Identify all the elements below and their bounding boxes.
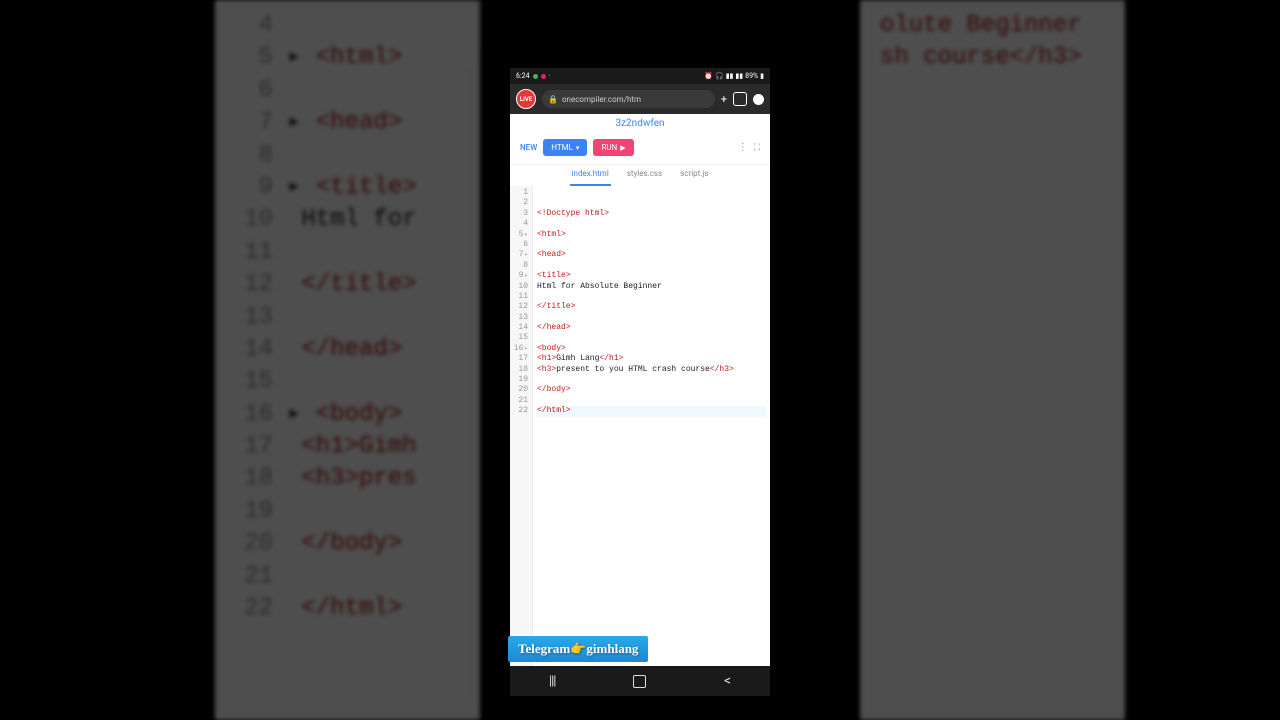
status-indicator-icon bbox=[541, 74, 546, 79]
battery-icon: ▮ bbox=[760, 72, 764, 80]
alarm-icon: ⏰ bbox=[704, 72, 713, 80]
play-icon: ▶ bbox=[620, 144, 625, 152]
language-dropdown[interactable]: HTML ▾ bbox=[543, 139, 587, 156]
editor-toolbar: NEW HTML ▾ RUN ▶ ⋮ ⛶ bbox=[510, 131, 770, 165]
code-line[interactable]: </body> bbox=[537, 385, 766, 395]
nav-home-button[interactable] bbox=[633, 675, 646, 688]
line-gutter: 12345678910111213141516171819202122 bbox=[510, 186, 533, 666]
status-more-icon: · bbox=[549, 72, 551, 80]
signal-icon: ▮▮ bbox=[726, 72, 734, 80]
code-line[interactable] bbox=[537, 313, 766, 323]
code-line[interactable]: Html for Absolute Beginner bbox=[537, 282, 766, 292]
menu-icon[interactable] bbox=[753, 94, 764, 105]
profile-avatar[interactable]: LIVE bbox=[516, 89, 536, 109]
telegram-banner: Telegram👉gimhlang bbox=[508, 636, 648, 662]
code-line[interactable] bbox=[537, 219, 766, 229]
new-tab-icon[interactable]: + bbox=[721, 93, 727, 106]
battery-percent: 89% bbox=[745, 72, 758, 80]
tabs-icon[interactable] bbox=[733, 92, 747, 106]
code-line[interactable] bbox=[537, 375, 766, 385]
tab-index-html[interactable]: index.html bbox=[570, 165, 611, 186]
nav-back-button[interactable]: < bbox=[724, 673, 731, 689]
nav-recents-button[interactable]: ||| bbox=[549, 674, 556, 689]
headphones-icon: 🎧 bbox=[715, 72, 724, 80]
more-options-icon[interactable]: ⋮ bbox=[738, 142, 748, 153]
status-indicator-icon bbox=[533, 74, 538, 79]
chevron-down-icon: ▾ bbox=[576, 144, 580, 152]
code-line[interactable]: <title> bbox=[537, 271, 766, 281]
code-line[interactable] bbox=[537, 188, 766, 198]
project-name[interactable]: 3z2ndwfen bbox=[510, 114, 770, 131]
status-time: 6:24 bbox=[516, 72, 530, 80]
code-line[interactable]: <!Doctype html> bbox=[537, 209, 766, 219]
code-line[interactable] bbox=[537, 198, 766, 208]
code-line[interactable] bbox=[537, 240, 766, 250]
tab-script-js[interactable]: script.js bbox=[678, 165, 710, 186]
code-area[interactable]: <!Doctype html> <html> <head> <title>Html f… bbox=[533, 186, 770, 666]
code-line[interactable]: <h1>Gimh Lang</h1> bbox=[537, 354, 766, 364]
tab-styles-css[interactable]: styles.css bbox=[625, 165, 664, 186]
code-line[interactable]: <head> bbox=[537, 250, 766, 260]
code-editor[interactable]: 12345678910111213141516171819202122 <!Do… bbox=[510, 186, 770, 666]
code-line[interactable]: <html> bbox=[537, 230, 766, 240]
browser-toolbar: LIVE 🔒 onecompiler.com/htm + bbox=[510, 84, 770, 114]
status-bar: 6:24 · ⏰ 🎧 ▮▮ ▮▮ 89% ▮ bbox=[510, 68, 770, 84]
code-line[interactable]: </title> bbox=[537, 302, 766, 312]
new-button[interactable]: NEW bbox=[520, 143, 537, 152]
run-button[interactable]: RUN ▶ bbox=[593, 139, 633, 156]
lock-icon: 🔒 bbox=[548, 95, 558, 104]
fullscreen-icon[interactable]: ⛶ bbox=[754, 143, 760, 153]
url-text: onecompiler.com/htm bbox=[562, 95, 641, 104]
url-bar[interactable]: 🔒 onecompiler.com/htm bbox=[542, 90, 715, 108]
code-line[interactable] bbox=[537, 292, 766, 302]
code-line[interactable] bbox=[537, 333, 766, 343]
android-navbar: ||| < bbox=[510, 666, 770, 696]
code-line[interactable]: <body> bbox=[537, 344, 766, 354]
code-line[interactable] bbox=[537, 261, 766, 271]
code-line[interactable] bbox=[537, 396, 766, 406]
code-line[interactable]: <h3>present to you HTML crash course</h3… bbox=[537, 365, 766, 375]
phone-frame: 6:24 · ⏰ 🎧 ▮▮ ▮▮ 89% ▮ LIVE 🔒 onecompile… bbox=[510, 68, 770, 696]
signal-icon: ▮▮ bbox=[735, 72, 743, 80]
code-line[interactable]: </html> bbox=[537, 406, 766, 416]
file-tabs: index.html styles.css script.js bbox=[510, 165, 770, 186]
code-line[interactable]: </head> bbox=[537, 323, 766, 333]
